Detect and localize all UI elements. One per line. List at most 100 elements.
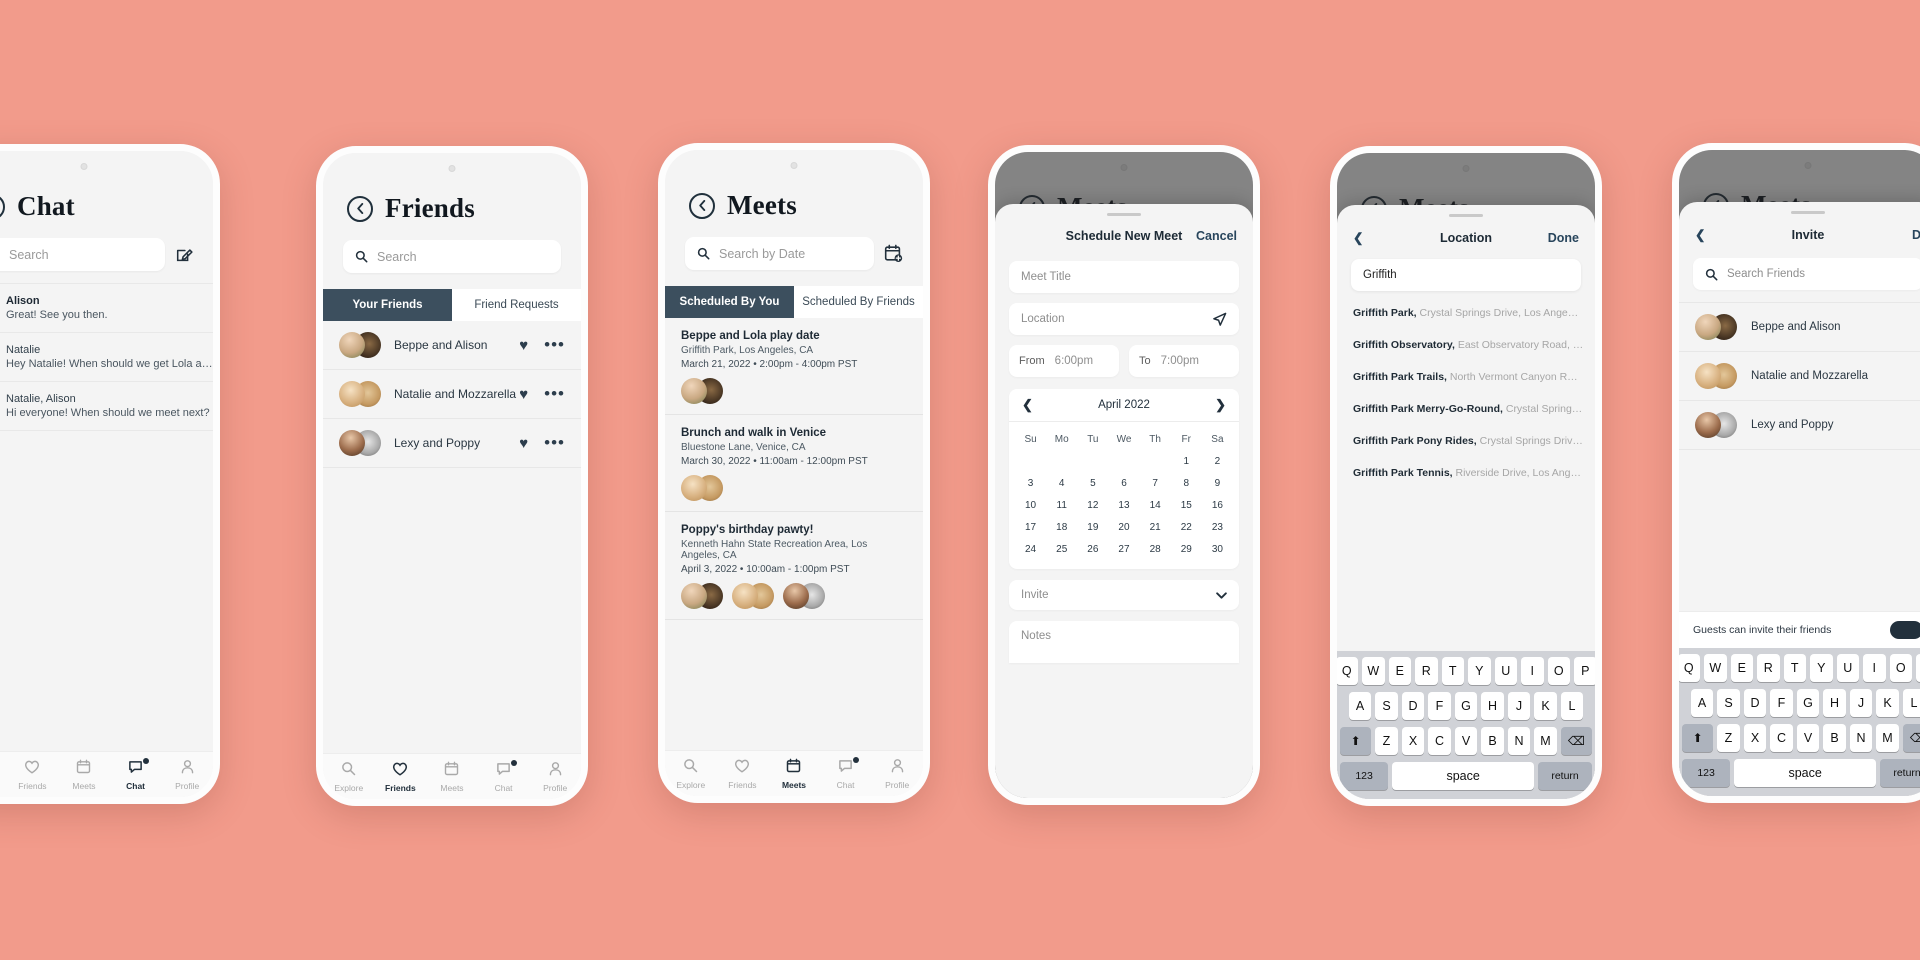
- calendar-day[interactable]: 8: [1171, 472, 1202, 494]
- list-item[interactable]: Alison Great! See you then.: [0, 283, 213, 333]
- from-time-field[interactable]: From 6:00pm: [1009, 345, 1119, 377]
- key-v[interactable]: V: [1454, 727, 1478, 755]
- key-p[interactable]: P: [1916, 654, 1920, 682]
- done-button[interactable]: D: [1912, 228, 1920, 242]
- more-dots-icon[interactable]: •••: [544, 433, 565, 453]
- key-x[interactable]: X: [1743, 724, 1767, 752]
- calendar-day[interactable]: 1: [1171, 450, 1202, 472]
- return-key[interactable]: return: [1538, 762, 1592, 790]
- location-input[interactable]: Location: [1009, 303, 1239, 335]
- heart-filled-icon[interactable]: ♥: [519, 435, 528, 452]
- key-o[interactable]: O: [1547, 657, 1570, 685]
- to-time-field[interactable]: To 7:00pm: [1129, 345, 1239, 377]
- nav-item-profile[interactable]: Profile: [871, 758, 923, 790]
- nav-item-friends[interactable]: Friends: [375, 761, 427, 793]
- key-b[interactable]: B: [1823, 724, 1846, 752]
- calendar-day[interactable]: 12: [1077, 494, 1108, 516]
- nav-item-chat[interactable]: Chat: [110, 757, 162, 791]
- search-input[interactable]: Search by Date: [685, 237, 874, 270]
- calendar-day[interactable]: 6: [1108, 472, 1139, 494]
- guests-invite-toggle[interactable]: [1890, 621, 1920, 639]
- calendar-day[interactable]: 26: [1077, 538, 1108, 560]
- list-item[interactable]: Beppe and Alison: [1679, 302, 1920, 352]
- key-g[interactable]: G: [1454, 692, 1478, 720]
- calendar-day[interactable]: 16: [1202, 494, 1233, 516]
- search-input[interactable]: Search: [343, 240, 561, 273]
- nav-item-meets[interactable]: Meets: [426, 761, 478, 793]
- cancel-button[interactable]: Cancel: [1196, 229, 1237, 243]
- calendar-day[interactable]: 10: [1015, 494, 1046, 516]
- calendar-day[interactable]: 3: [1015, 472, 1046, 494]
- list-item[interactable]: Griffith Park Pony Rides, Crystal Spring…: [1337, 425, 1595, 457]
- list-item[interactable]: Poppy's birthday pawty! Kenneth Hahn Sta…: [665, 512, 923, 620]
- key-n[interactable]: N: [1507, 727, 1531, 755]
- backspace-icon[interactable]: ⌫: [1902, 724, 1920, 752]
- list-item[interactable]: Natalie, Alison Hi everyone! When should…: [0, 382, 213, 431]
- nav-item-chat[interactable]: Chat: [478, 759, 530, 793]
- key-y[interactable]: Y: [1810, 654, 1833, 682]
- key-u[interactable]: U: [1836, 654, 1859, 682]
- back-chevron-icon[interactable]: [347, 195, 373, 222]
- search-input[interactable]: Search: [0, 238, 165, 271]
- key-b[interactable]: B: [1481, 727, 1504, 755]
- calendar-day[interactable]: 23: [1202, 516, 1233, 538]
- nav-item-explore[interactable]: Explore: [323, 761, 375, 793]
- backspace-icon[interactable]: ⌫: [1560, 727, 1592, 755]
- chevron-left-icon[interactable]: ❮: [1353, 230, 1363, 245]
- list-item[interactable]: Griffith Park Trails, North Vermont Cany…: [1337, 361, 1595, 393]
- key-l[interactable]: L: [1902, 689, 1920, 717]
- heart-filled-icon[interactable]: ♥: [519, 386, 528, 403]
- return-key[interactable]: return: [1880, 759, 1920, 787]
- calendar-day[interactable]: 11: [1046, 494, 1077, 516]
- key-j[interactable]: J: [1849, 689, 1873, 717]
- key-e[interactable]: E: [1730, 654, 1753, 682]
- tab-your-friends[interactable]: Your Friends: [323, 289, 452, 321]
- key-m[interactable]: M: [1876, 724, 1899, 752]
- key-s[interactable]: S: [1717, 689, 1740, 717]
- nav-item-chat[interactable]: Chat: [820, 756, 872, 790]
- calendar-day[interactable]: 25: [1046, 538, 1077, 560]
- key-r[interactable]: R: [1757, 654, 1780, 682]
- invite-select[interactable]: Invite: [1009, 580, 1239, 610]
- calendar-day[interactable]: 2: [1202, 450, 1233, 472]
- key-c[interactable]: C: [1770, 724, 1793, 752]
- key-u[interactable]: U: [1494, 657, 1517, 685]
- key-d[interactable]: D: [1401, 692, 1425, 720]
- key-n[interactable]: N: [1849, 724, 1873, 752]
- calendar-day[interactable]: 4: [1046, 472, 1077, 494]
- calendar-day[interactable]: 21: [1140, 516, 1171, 538]
- key-s[interactable]: S: [1375, 692, 1398, 720]
- calendar-day[interactable]: 27: [1108, 538, 1139, 560]
- nav-item-explore[interactable]: Explore: [0, 759, 7, 791]
- key-t[interactable]: T: [1783, 654, 1806, 682]
- calendar-day[interactable]: 9: [1202, 472, 1233, 494]
- list-item[interactable]: Natalie and Mozzarella ♥ •••: [323, 370, 581, 419]
- calendar-day[interactable]: 7: [1140, 472, 1171, 494]
- key-q[interactable]: Q: [1337, 657, 1358, 685]
- key-m[interactable]: M: [1534, 727, 1557, 755]
- nav-item-friends[interactable]: Friends: [7, 759, 59, 791]
- more-dots-icon[interactable]: •••: [544, 335, 565, 355]
- tab-scheduled-by-you[interactable]: Scheduled By You: [665, 286, 794, 318]
- key-e[interactable]: E: [1388, 657, 1411, 685]
- list-item[interactable]: Natalie and Mozzarella: [1679, 352, 1920, 401]
- nav-item-profile[interactable]: Profile: [161, 759, 213, 791]
- nav-item-meets[interactable]: Meets: [58, 759, 110, 791]
- list-item[interactable]: Beppe and Lola play date Griffith Park, …: [665, 318, 923, 415]
- key-o[interactable]: O: [1889, 654, 1912, 682]
- calendar-day[interactable]: 20: [1108, 516, 1139, 538]
- calendar-day[interactable]: 30: [1202, 538, 1233, 560]
- key-z[interactable]: Z: [1717, 724, 1740, 752]
- key-i[interactable]: I: [1863, 654, 1886, 682]
- key-g[interactable]: G: [1796, 689, 1820, 717]
- calendar-day[interactable]: 13: [1108, 494, 1139, 516]
- key-y[interactable]: Y: [1468, 657, 1491, 685]
- key-p[interactable]: P: [1574, 657, 1595, 685]
- calendar-day[interactable]: 19: [1077, 516, 1108, 538]
- key-a[interactable]: A: [1348, 692, 1372, 720]
- calendar-grid[interactable]: Su Mo Tu We Th Fr Sa 1 2 3 4 5 6 7 8 9 10 11 12 13 14 15 16 17…: [1009, 422, 1239, 569]
- nav-item-meets[interactable]: Meets: [768, 758, 820, 790]
- key-c[interactable]: C: [1428, 727, 1451, 755]
- key-l[interactable]: L: [1560, 692, 1584, 720]
- calendar-day[interactable]: 28: [1140, 538, 1171, 560]
